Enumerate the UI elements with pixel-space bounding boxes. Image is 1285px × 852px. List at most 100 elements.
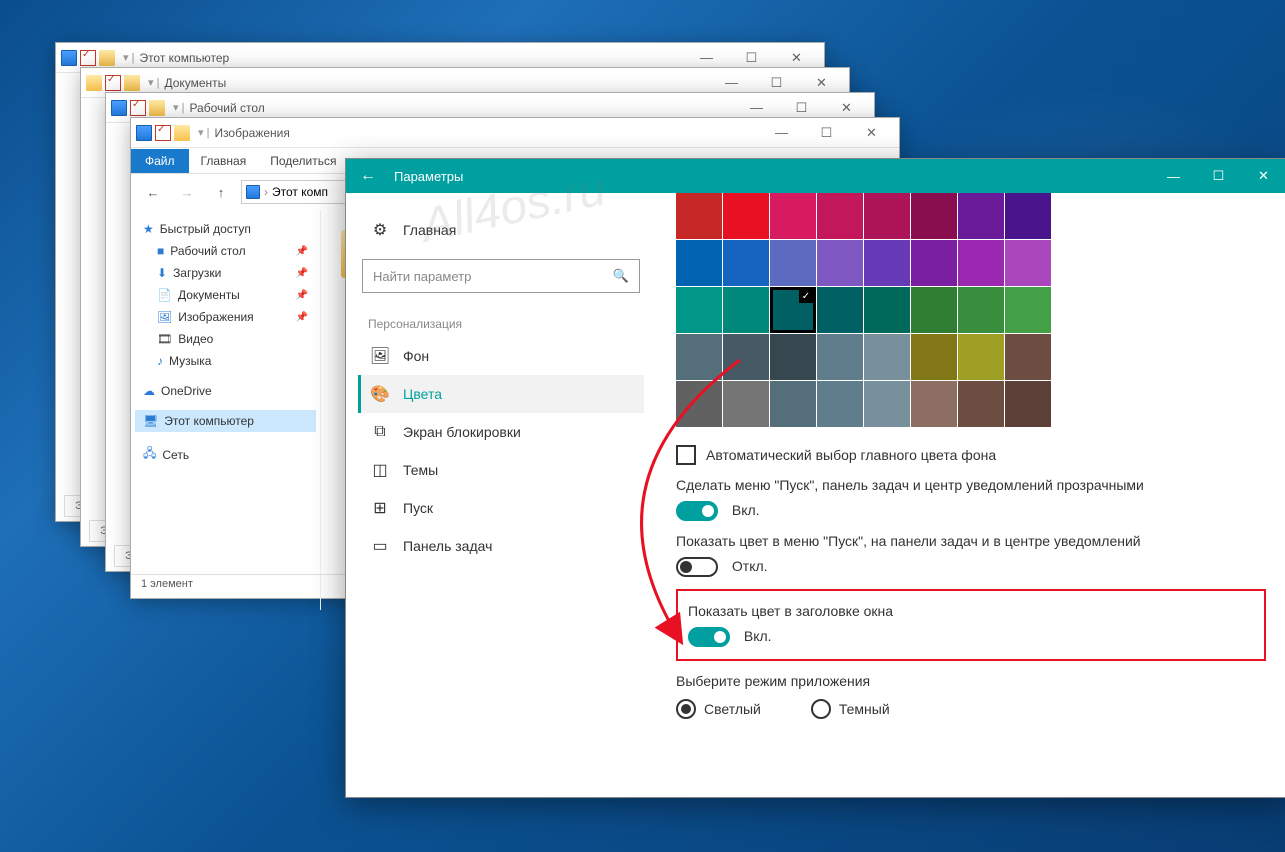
- lock-icon: ⧉: [371, 423, 389, 441]
- sidebar-start[interactable]: ⊞Пуск: [358, 489, 644, 527]
- minimize-button[interactable]: —: [759, 119, 804, 147]
- color-swatch[interactable]: [817, 334, 863, 380]
- color-swatch[interactable]: [770, 381, 816, 427]
- color-swatch[interactable]: [1005, 381, 1051, 427]
- color-swatch[interactable]: [958, 240, 1004, 286]
- color-swatch[interactable]: [676, 240, 722, 286]
- quick-access[interactable]: ★Быстрый доступ: [135, 218, 316, 240]
- color-swatch[interactable]: [911, 193, 957, 239]
- color-swatch[interactable]: [958, 334, 1004, 380]
- sidebar-this-pc[interactable]: 🖥Этот компьютер: [135, 410, 316, 432]
- start-icon: ⊞: [371, 499, 389, 517]
- window-title: Этот компьютер: [139, 51, 684, 65]
- color-swatch[interactable]: [911, 334, 957, 380]
- color-swatch[interactable]: [911, 381, 957, 427]
- window-title: Изображения: [214, 126, 759, 140]
- color-swatch[interactable]: [770, 240, 816, 286]
- color-swatch[interactable]: [676, 193, 722, 239]
- transparency-toggle[interactable]: [676, 501, 718, 521]
- color-swatch[interactable]: [1005, 240, 1051, 286]
- color-swatch[interactable]: [958, 287, 1004, 333]
- sidebar-themes[interactable]: ◫Темы: [358, 451, 644, 489]
- color-swatch[interactable]: [1005, 334, 1051, 380]
- color-swatch[interactable]: [1005, 287, 1051, 333]
- back-button[interactable]: ←: [346, 159, 390, 193]
- show-color-setting: Показать цвет в меню "Пуск", на панели з…: [676, 533, 1266, 577]
- color-swatch[interactable]: [958, 381, 1004, 427]
- radio-dark[interactable]: Темный: [811, 699, 890, 719]
- auto-color-checkbox[interactable]: Автоматический выбор главного цвета фона: [676, 445, 1266, 465]
- search-icon: 🔍: [613, 268, 629, 284]
- sidebar-lockscreen[interactable]: ⧉Экран блокировки: [358, 413, 644, 451]
- color-swatch[interactable]: [864, 240, 910, 286]
- color-swatch[interactable]: [911, 240, 957, 286]
- color-swatch[interactable]: [723, 287, 769, 333]
- color-swatch[interactable]: [723, 193, 769, 239]
- titlebar-color-highlight: Показать цвет в заголовке окна Вкл.: [676, 589, 1266, 661]
- monitor-icon: [61, 50, 77, 66]
- color-swatch[interactable]: [770, 334, 816, 380]
- color-swatch[interactable]: [723, 240, 769, 286]
- sidebar-colors[interactable]: 🎨Цвета: [358, 375, 644, 413]
- taskbar-icon: ▭: [371, 537, 389, 555]
- color-grid: [676, 193, 1266, 427]
- sidebar-music[interactable]: ♪Музыка: [135, 350, 316, 372]
- color-swatch[interactable]: [770, 193, 816, 239]
- close-button[interactable]: ✕: [849, 119, 894, 147]
- color-swatch[interactable]: [958, 193, 1004, 239]
- sidebar-background[interactable]: 🖼Фон: [358, 337, 644, 375]
- nav-forward[interactable]: →: [173, 178, 201, 206]
- color-swatch[interactable]: [723, 381, 769, 427]
- folder-icon: [86, 75, 102, 91]
- color-swatch[interactable]: [676, 381, 722, 427]
- color-swatch[interactable]: [864, 381, 910, 427]
- minimize-button[interactable]: —: [1151, 162, 1196, 190]
- section-header: Персонализация: [358, 303, 644, 337]
- color-swatch[interactable]: [770, 287, 816, 333]
- sidebar-home[interactable]: ⚙Главная: [358, 211, 644, 249]
- settings-window[interactable]: ← Параметры — ☐ ✕ ⚙Главная Найти парамет…: [345, 158, 1285, 798]
- search-input[interactable]: Найти параметр 🔍: [362, 259, 640, 293]
- sidebar-downloads[interactable]: ⬇Загрузки📌: [135, 262, 316, 284]
- color-swatch[interactable]: [864, 287, 910, 333]
- sidebar-taskbar[interactable]: ▭Панель задач: [358, 527, 644, 565]
- sidebar-documents[interactable]: 📄Документы📌: [135, 284, 316, 306]
- sidebar-video[interactable]: 🎞Видео: [135, 328, 316, 350]
- nav-back[interactable]: ←: [139, 178, 167, 206]
- maximize-button[interactable]: ☐: [1196, 162, 1241, 190]
- color-swatch[interactable]: [911, 287, 957, 333]
- nav-up[interactable]: ↑: [207, 178, 235, 206]
- home-tab[interactable]: Главная: [189, 149, 259, 173]
- maximize-button[interactable]: ☐: [804, 119, 849, 147]
- sidebar-onedrive[interactable]: ☁OneDrive: [135, 380, 316, 402]
- share-tab[interactable]: Поделиться: [258, 149, 348, 173]
- color-swatch[interactable]: [817, 381, 863, 427]
- monitor-icon: [246, 185, 260, 199]
- color-swatch[interactable]: [864, 334, 910, 380]
- color-swatch[interactable]: [817, 287, 863, 333]
- show-color-toggle[interactable]: [676, 557, 718, 577]
- close-button[interactable]: ✕: [1241, 162, 1285, 190]
- titlebar-color-toggle[interactable]: [688, 627, 730, 647]
- color-swatch[interactable]: [1005, 193, 1051, 239]
- color-swatch[interactable]: [864, 193, 910, 239]
- file-tab[interactable]: Файл: [131, 149, 189, 173]
- sidebar-network[interactable]: 🖧Сеть: [135, 440, 316, 469]
- color-swatch[interactable]: [676, 287, 722, 333]
- folder-icon: [149, 100, 165, 116]
- check-icon: [105, 75, 121, 91]
- radio-icon: [676, 699, 696, 719]
- color-swatch[interactable]: [817, 193, 863, 239]
- color-swatch[interactable]: [817, 240, 863, 286]
- themes-icon: ◫: [371, 461, 389, 479]
- color-swatch[interactable]: [723, 334, 769, 380]
- explorer-sidebar: ★Быстрый доступ ■Рабочий стол📌 ⬇Загрузки…: [131, 210, 321, 610]
- check-icon: [130, 100, 146, 116]
- color-swatch[interactable]: [676, 334, 722, 380]
- sidebar-images[interactable]: 🖼Изображения📌: [135, 306, 316, 328]
- sidebar-desktop[interactable]: ■Рабочий стол📌: [135, 240, 316, 262]
- radio-light[interactable]: Светлый: [676, 699, 761, 719]
- checkbox-icon[interactable]: [676, 445, 696, 465]
- check-icon: [155, 125, 171, 141]
- monitor-icon: [111, 100, 127, 116]
